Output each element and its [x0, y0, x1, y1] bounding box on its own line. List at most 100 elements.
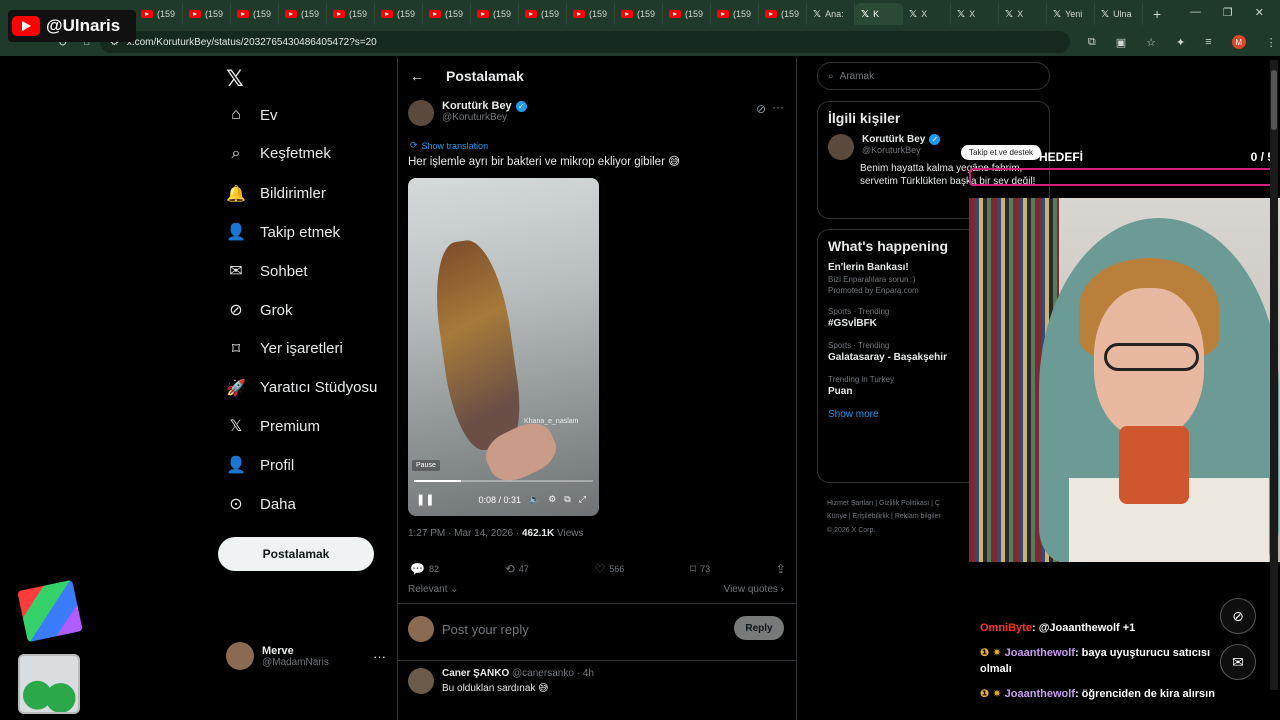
browser-tab[interactable]: (159: [615, 3, 663, 25]
tab-label: (159: [301, 9, 320, 19]
account-switcher[interactable]: Merve @MadamNaris ···: [226, 642, 386, 670]
restore-icon[interactable]: ❐: [1223, 6, 1233, 19]
tweet-timestamp: 1:27 PM · Mar 14, 2026 ·: [408, 528, 522, 539]
browser-tab[interactable]: 𝕏 Yeni: [1047, 3, 1095, 25]
pip-icon[interactable]: ⧉: [564, 494, 570, 505]
nav-item[interactable]: ⊙ Daha: [226, 494, 296, 514]
browser-tab[interactable]: 𝕏 Ulna: [1095, 3, 1143, 25]
grok-float-icon[interactable]: ⊘: [1220, 598, 1256, 634]
like-count: 566: [609, 564, 625, 574]
extensions-icon[interactable]: ✦: [1176, 36, 1185, 49]
nav-item[interactable]: 🔔 Bildirimler: [226, 184, 326, 204]
new-tab-icon[interactable]: +: [1143, 6, 1171, 22]
minimize-icon[interactable]: —: [1190, 6, 1201, 19]
nav-item[interactable]: 👤 Profil: [226, 455, 294, 475]
browser-tab[interactable]: 𝕏K: [855, 3, 903, 25]
browser-tab[interactable]: (159: [183, 3, 231, 25]
chat-username: Joaanthewolf: [1004, 646, 1075, 659]
more-dots-icon[interactable]: ···: [772, 100, 784, 114]
close-window-icon[interactable]: ✕: [1255, 6, 1264, 19]
footer-line[interactable]: Künye | Erişilebilirlik | Reklam bilgile…: [827, 510, 977, 523]
url-field[interactable]: ⚙ x.com/KoruturkBey/status/2032765430486…: [99, 31, 1070, 53]
webcam-overlay: [969, 198, 1280, 562]
x-icon: 𝕏: [813, 8, 822, 20]
youtube-icon: [285, 10, 297, 18]
browser-tab[interactable]: (159: [759, 3, 807, 25]
browser-tab[interactable]: (159: [135, 3, 183, 25]
browser-menu-icon[interactable]: ⋮: [1266, 36, 1277, 49]
star-icon[interactable]: ☆: [1146, 36, 1156, 49]
video-progress-bar[interactable]: [414, 480, 593, 482]
reply-input[interactable]: Post your reply: [442, 622, 529, 637]
tweet-author[interactable]: Korutürk Bey ✓ @KoruturkBey: [408, 100, 527, 126]
translate-icon[interactable]: ⧉: [1088, 36, 1096, 49]
nav-item[interactable]: ✉ Sohbet: [226, 261, 307, 281]
more-dots-icon[interactable]: ···: [373, 649, 386, 664]
x-logo-icon[interactable]: 𝕏: [226, 66, 244, 92]
search-input[interactable]: ⌕ Aramak: [817, 62, 1050, 90]
browser-tab[interactable]: (159: [567, 3, 615, 25]
nav-item[interactable]: ⌑ Yer işaretleri: [226, 339, 343, 359]
nav-item[interactable]: ⌂ Ev: [226, 106, 278, 124]
browser-tab[interactable]: 𝕏X: [999, 3, 1047, 25]
settings-icon[interactable]: ⚙: [548, 494, 556, 505]
nav-item-label: Ev: [260, 106, 278, 124]
like-action[interactable]: ♡ 566: [594, 562, 624, 576]
browser-tab[interactable]: 𝕏X: [951, 3, 999, 25]
cast-icon[interactable]: ▣: [1116, 36, 1126, 49]
footer-line[interactable]: Hizmet Şartları | Gizlilik Politikası | …: [827, 497, 977, 510]
post-button[interactable]: Postalamak: [218, 537, 374, 571]
browser-tab[interactable]: (159: [663, 3, 711, 25]
browser-tab[interactable]: (159: [231, 3, 279, 25]
browser-tab[interactable]: (159: [423, 3, 471, 25]
sort-dropdown[interactable]: Relevant ⌄: [408, 584, 459, 595]
browser-tab[interactable]: 𝕏 Ana:: [807, 3, 855, 25]
browser-tab[interactable]: (159: [471, 3, 519, 25]
browser-tab[interactable]: 𝕏X: [903, 3, 951, 25]
nav-item[interactable]: 𝕏 Premium: [226, 416, 320, 436]
bookmark-action[interactable]: ⌑ 73: [690, 562, 710, 576]
reply-button[interactable]: Reply: [734, 616, 784, 640]
messages-float-icon[interactable]: ✉: [1220, 644, 1256, 680]
chat-badge-icon: ❶ ✷: [980, 687, 1005, 700]
chat-overlay: OmniByte: @Joaanthewolf +1 ❶ ✷ Joaanthewo…: [980, 620, 1240, 710]
goal-tip: Takip et ve destek: [961, 145, 1042, 160]
nav-item[interactable]: 🚀 Yaratıcı Stüdyosu: [226, 378, 377, 398]
share-action[interactable]: ⇪: [776, 562, 786, 576]
repost-action[interactable]: ⟲ 47: [505, 562, 529, 576]
verified-icon: ✓: [515, 100, 527, 112]
youtube-icon: [237, 10, 249, 18]
tab-label: Ulna: [1113, 9, 1132, 19]
reply-text: Bu olduklan sardınak 😅: [442, 683, 549, 694]
reading-list-icon[interactable]: ≡: [1205, 36, 1211, 48]
scrollbar[interactable]: [1270, 60, 1278, 690]
video-player[interactable]: Khana_e_naslam Pause ❚❚ 0:08 / 0:31 🔈 ⚙ …: [408, 178, 599, 516]
bell-icon: 🔔: [226, 185, 246, 203]
volume-icon[interactable]: 🔈: [529, 494, 540, 505]
view-quotes-link[interactable]: View quotes ›: [724, 584, 784, 595]
profile-avatar[interactable]: M: [1231, 35, 1246, 49]
show-translation-link[interactable]: ⟳ Show translation: [410, 140, 488, 151]
browser-tab[interactable]: (159: [711, 3, 759, 25]
share-icon: ⇪: [775, 562, 786, 576]
home-icon: ⌂: [231, 106, 241, 123]
fullscreen-icon[interactable]: ⤢: [579, 494, 586, 505]
reply-tweet[interactable]: Caner ŞANKO @canersanko · 4h Bu olduklan…: [408, 668, 594, 694]
browser-tab[interactable]: (159: [375, 3, 423, 25]
nav-item[interactable]: ⌕ Keşfetmek: [226, 145, 331, 163]
reply-action[interactable]: 💬 82: [410, 562, 439, 576]
back-arrow-icon[interactable]: ←: [410, 68, 424, 84]
pause-icon[interactable]: ❚❚: [416, 493, 434, 506]
nav-item-label: Keşfetmek: [260, 145, 331, 163]
footer-line[interactable]: © 2026 X Corp.: [827, 524, 977, 537]
browser-tab[interactable]: (159: [519, 3, 567, 25]
grok-icon[interactable]: ⊘: [756, 102, 766, 116]
nav-item[interactable]: 👤 Takip etmek: [226, 222, 340, 242]
scrollbar-thumb[interactable]: [1271, 70, 1277, 130]
browser-tab[interactable]: (159: [279, 3, 327, 25]
nav-item[interactable]: ⊘ Grok: [226, 300, 292, 320]
rocket-icon: 🚀: [226, 379, 246, 397]
browser-tab[interactable]: (159: [327, 3, 375, 25]
more-icon: ⊙: [229, 496, 243, 513]
youtube-icon: [333, 10, 345, 18]
